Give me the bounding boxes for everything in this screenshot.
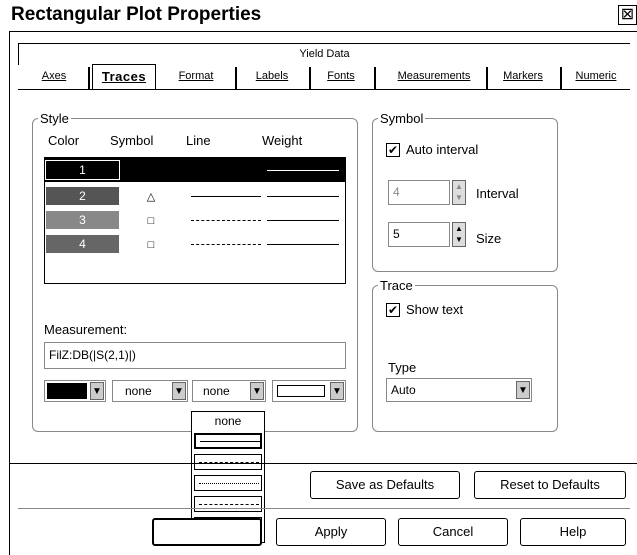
dropdown-option-solid[interactable] (194, 433, 262, 449)
apply-button[interactable]: Apply (276, 518, 386, 546)
tab-traces[interactable]: Traces (92, 64, 156, 90)
dropdown-option-dotted[interactable] (194, 475, 262, 491)
size-field[interactable]: 5 (388, 222, 450, 247)
dropdown-option-dash-dot[interactable] (194, 496, 262, 512)
symbol-combo-value: none (125, 384, 152, 398)
symbol-combo[interactable]: none ▼ (112, 380, 188, 402)
line-sample (199, 504, 259, 505)
interval-label: Interval (476, 186, 519, 201)
measurement-label: Measurement: (44, 322, 128, 337)
tab-measurements[interactable]: Measurements (388, 65, 480, 89)
trace-group-title: Trace (378, 278, 415, 293)
show-text-checkbox[interactable]: ✔ (386, 303, 400, 317)
line-sample (199, 483, 259, 484)
save-as-defaults-button[interactable]: Save as Defaults (310, 471, 460, 499)
square-symbol-icon: □ (147, 215, 155, 227)
trace-weight-line (267, 220, 339, 221)
tab-separator (309, 67, 311, 89)
line-combo-value: none (203, 384, 230, 398)
chevron-down-icon[interactable]: ▼ (250, 382, 264, 400)
divider (18, 508, 630, 509)
show-text-label: Show text (406, 302, 464, 317)
size-label: Size (476, 231, 502, 246)
triangle-symbol-icon: △ (146, 191, 156, 203)
close-button[interactable]: ⊠ (618, 5, 637, 25)
dropdown-option-none[interactable]: none (192, 412, 264, 430)
color-header: Color (48, 133, 80, 148)
symbol-group-title: Symbol (378, 111, 426, 126)
auto-interval-checkbox[interactable]: ✔ (386, 143, 400, 157)
tab-separator (560, 67, 562, 89)
chevron-down-icon[interactable]: ▼ (90, 382, 104, 400)
trace-list[interactable]: 1 2 △ 3 □ 4 □ (44, 157, 346, 284)
trace-line-sample (191, 220, 261, 221)
trace-color-swatch[interactable]: 3 (45, 210, 120, 230)
weight-combo[interactable]: ▼ (272, 380, 346, 402)
chevron-down-icon[interactable]: ▼ (172, 382, 186, 400)
size-spinner[interactable]: ▲ ▼ (452, 222, 466, 247)
weight-sample (277, 385, 325, 397)
trace-line-sample (191, 196, 261, 197)
line-sample (200, 441, 260, 442)
tab-separator (235, 67, 237, 89)
trace-line-sample (191, 244, 261, 245)
line-combo[interactable]: none ▼ (192, 380, 266, 402)
color-swatch (47, 383, 87, 399)
type-combo[interactable]: Auto ▼ (386, 378, 532, 402)
auto-interval-label: Auto interval (406, 142, 479, 157)
tab-axes[interactable]: Axes (30, 65, 78, 89)
window-title: Rectangular Plot Properties (11, 4, 262, 25)
cancel-button[interactable]: Cancel (398, 518, 508, 546)
line-header: Line (186, 133, 211, 148)
dropdown-option-dashed[interactable] (194, 454, 262, 470)
chevron-down-icon[interactable]: ▼ (330, 382, 344, 400)
divider (9, 463, 637, 464)
ok-button[interactable] (152, 518, 262, 546)
tab-markers[interactable]: Markers (492, 65, 554, 89)
tab-fonts[interactable]: Fonts (314, 65, 368, 89)
tab-numeric[interactable]: Numeric (566, 65, 626, 89)
chevron-down-icon[interactable]: ▼ (516, 381, 530, 399)
tab-labels[interactable]: Labels (241, 65, 303, 89)
type-label: Type (388, 360, 417, 375)
trace-weight-line (267, 196, 339, 197)
reset-to-defaults-button[interactable]: Reset to Defaults (474, 471, 626, 499)
color-combo[interactable]: ▼ (44, 380, 106, 402)
interval-spinner[interactable]: ▲ ▼ (452, 180, 466, 205)
style-group-title: Style (38, 111, 71, 126)
trace-color-swatch[interactable]: 4 (45, 234, 120, 254)
symbol-header: Symbol (110, 133, 154, 148)
measurement-field[interactable]: FilZ:DB(|S(2,1)|) (44, 342, 346, 369)
tab-format[interactable]: Format (165, 65, 227, 89)
tab-separator (486, 67, 488, 89)
trace-color-swatch[interactable]: 2 (45, 186, 120, 206)
trace-weight-line (267, 170, 339, 171)
tab-separator (88, 67, 90, 89)
weight-header: Weight (262, 133, 303, 148)
trace-weight-line (267, 244, 339, 245)
tab-yield-data[interactable]: Yield Data (18, 43, 630, 65)
type-combo-value: Auto (391, 383, 416, 397)
square-symbol-icon: □ (147, 239, 155, 251)
tab-separator (374, 67, 376, 89)
help-button[interactable]: Help (520, 518, 626, 546)
trace-color-swatch[interactable]: 1 (45, 160, 120, 180)
interval-field[interactable]: 4 (388, 180, 450, 205)
